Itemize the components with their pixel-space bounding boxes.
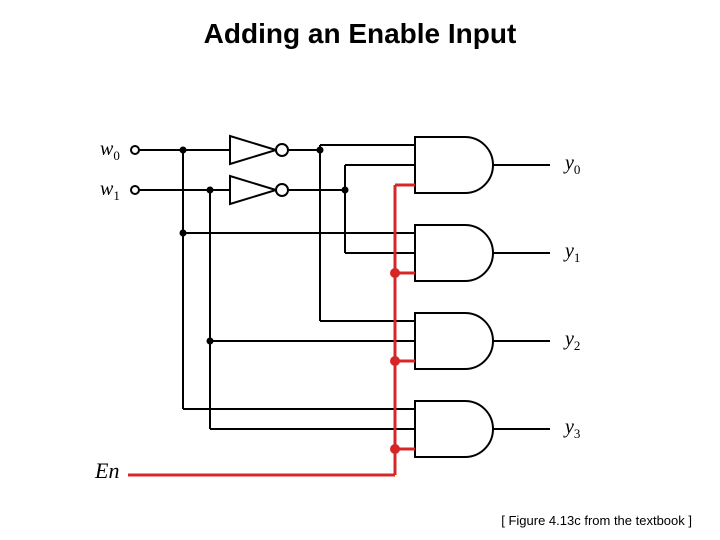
terminal-w1: [131, 186, 139, 194]
not-gate-w1: [230, 176, 288, 204]
and-gate-y3: [415, 401, 493, 457]
not-gate-w0: [230, 136, 288, 164]
decoder-circuit-diagram: [0, 0, 720, 540]
enable-net: [128, 185, 415, 475]
and-gate-y2: [415, 313, 493, 369]
and-gate-y1: [415, 225, 493, 281]
terminal-w0: [131, 146, 139, 154]
and-gate-y0: [415, 137, 493, 193]
